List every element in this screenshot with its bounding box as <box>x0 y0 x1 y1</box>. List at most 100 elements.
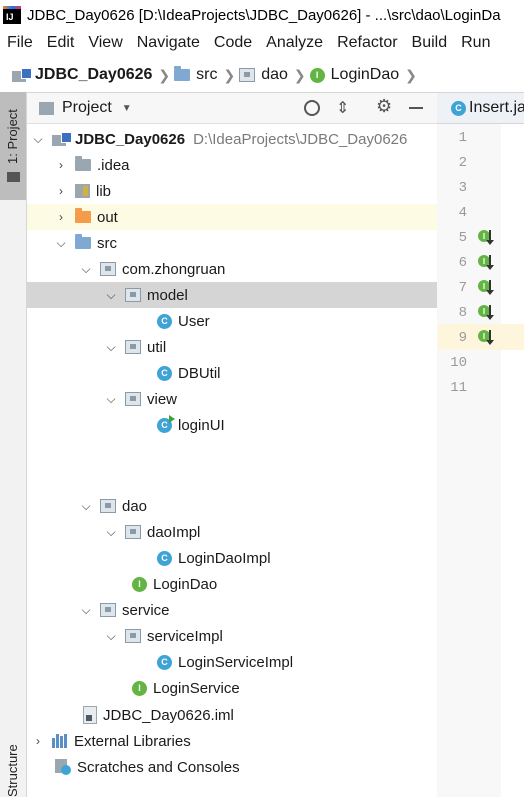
package-icon <box>100 499 116 513</box>
menu-view[interactable]: View <box>81 34 129 52</box>
menu-file[interactable]: File <box>0 34 40 52</box>
tree-item-idea[interactable]: › .idea <box>27 152 465 178</box>
package-icon <box>125 629 141 643</box>
window-title: JDBC_Day0626 [D:\IdeaProjects\JDBC_Day06… <box>27 6 501 24</box>
tree-item-label: service <box>122 601 170 619</box>
arrow-down-icon <box>486 280 494 295</box>
external-libraries-icon <box>52 734 68 748</box>
module-file-icon <box>83 706 97 724</box>
menu-edit[interactable]: Edit <box>40 34 82 52</box>
tree-item-src[interactable]: ⌵ src <box>27 230 465 256</box>
chevron-down-icon[interactable]: ⌵ <box>105 288 117 303</box>
source-folder-icon <box>174 66 191 81</box>
structure-tool-tab-label: Structure <box>5 744 20 797</box>
tree-item-label: serviceImpl <box>147 627 223 645</box>
tree-item-label: External Libraries <box>74 732 191 750</box>
chevron-down-icon[interactable]: ⌵ <box>80 499 92 514</box>
line-number: 8 <box>458 305 467 321</box>
tree-item-iml[interactable]: JDBC_Day0626.iml <box>27 702 493 728</box>
tree-item-out[interactable]: › out <box>27 204 465 230</box>
tree-item-dao[interactable]: ⌵ dao <box>27 493 490 519</box>
line-number: 10 <box>450 355 467 371</box>
module-icon <box>12 68 32 82</box>
menu-code[interactable]: Code <box>207 34 259 52</box>
breadcrumb-project[interactable]: JDBC_Day0626 ❯ <box>12 66 170 84</box>
chevron-down-icon[interactable]: ▼ <box>122 103 132 114</box>
breadcrumb-logindao[interactable]: I LoginDao ❯ <box>309 66 417 84</box>
interface-icon: I <box>309 67 325 83</box>
breadcrumb-dao[interactable]: dao ❯ <box>239 66 306 84</box>
menu-refactor[interactable]: Refactor <box>330 34 404 52</box>
editor-gutter <box>437 124 501 797</box>
chevron-down-icon[interactable]: ⌵ <box>80 262 92 277</box>
folder-icon <box>7 172 20 182</box>
gear-icon[interactable]: ⚙ <box>376 96 392 117</box>
line-number: 9 <box>458 330 467 346</box>
tree-item-label: .idea <box>97 156 130 174</box>
structure-tool-tab[interactable]: Structure <box>0 740 26 797</box>
project-tool-tab[interactable]: 1: Project <box>0 92 26 200</box>
project-path: D:\IdeaProjects\JDBC_Day0626 <box>193 130 408 148</box>
class-icon: C <box>157 313 172 329</box>
editor-tab-label: Insert.ja <box>469 99 524 116</box>
chevron-down-icon[interactable]: ⌵ <box>32 132 44 147</box>
line-number: 6 <box>458 255 467 271</box>
tree-item-service[interactable]: ⌵ service <box>27 597 490 623</box>
chevron-down-icon[interactable]: ⌵ <box>105 340 117 355</box>
excluded-folder-icon <box>75 208 91 223</box>
tree-item-label: JDBC_Day0626.iml <box>103 706 234 724</box>
menu-run[interactable]: Run <box>454 34 497 52</box>
interface-icon: I <box>132 680 147 696</box>
tree-item-root[interactable]: ⌵ JDBC_Day0626 D:\IdeaProjects\JDBC_Day0… <box>27 126 442 152</box>
package-icon <box>125 288 141 302</box>
chevron-down-icon[interactable]: ⌵ <box>105 392 117 407</box>
tree-item-label: User <box>178 312 210 330</box>
runnable-class-icon: C <box>157 414 175 433</box>
tree-item-external-libraries[interactable]: › External Libraries <box>27 728 442 754</box>
scratches-icon <box>55 759 71 775</box>
arrow-down-icon <box>486 255 494 270</box>
chevron-right-icon[interactable]: › <box>32 734 44 748</box>
tree-item-label: src <box>97 234 117 252</box>
chevron-down-icon[interactable]: ⌵ <box>80 603 92 618</box>
locate-icon[interactable] <box>304 100 320 116</box>
chevron-down-icon[interactable]: ⌵ <box>55 236 67 251</box>
chevron-right-icon: ❯ <box>405 66 417 83</box>
arrow-down-icon <box>486 330 494 345</box>
panel-title[interactable]: Project <box>62 99 112 117</box>
line-number: 1 <box>458 130 467 146</box>
chevron-down-icon[interactable]: ⌵ <box>105 629 117 644</box>
folder-icon <box>39 101 54 115</box>
tree-item-label: com.zhongruan <box>122 260 226 278</box>
chevron-right-icon: ❯ <box>223 66 236 83</box>
tree-item-label: LoginServiceImpl <box>178 653 294 671</box>
source-folder-icon <box>75 234 91 249</box>
tree-item-lib[interactable]: › lib <box>27 178 465 204</box>
menu-navigate[interactable]: Navigate <box>130 34 207 52</box>
package-icon <box>125 340 141 354</box>
folder-icon <box>75 156 91 171</box>
tree-item-label: loginUI <box>178 416 225 434</box>
title-bar: IJ JDBC_Day0626 [D:\IdeaProjects\JDBC_Da… <box>0 0 524 30</box>
tree-item-label: LoginDao <box>153 575 218 593</box>
project-tree: ⌵ JDBC_Day0626 D:\IdeaProjects\JDBC_Day0… <box>27 124 515 797</box>
breadcrumb: JDBC_Day0626 ❯ src ❯ dao ❯ I LoginDao ❯ <box>0 58 524 93</box>
package-icon <box>125 392 141 406</box>
chevron-down-icon[interactable]: ⌵ <box>105 525 117 540</box>
tree-item-scratches[interactable]: Scratches and Consoles <box>27 754 465 780</box>
arrow-down-icon <box>486 230 494 245</box>
class-icon: C <box>451 100 466 116</box>
line-number: 11 <box>450 380 467 396</box>
tree-item-label: lib <box>96 182 112 200</box>
chevron-right-icon[interactable]: › <box>55 184 67 198</box>
menu-build[interactable]: Build <box>405 34 455 52</box>
editor-tab[interactable]: C Insert.ja <box>437 93 524 124</box>
minimize-icon[interactable] <box>409 107 423 109</box>
chevron-right-icon[interactable]: › <box>55 158 67 172</box>
chevron-right-icon[interactable]: › <box>55 210 67 224</box>
breadcrumb-src[interactable]: src ❯ <box>174 66 235 84</box>
tree-item-com-zhongruan[interactable]: ⌵ com.zhongruan <box>27 256 490 282</box>
tree-item-label: JDBC_Day0626 <box>75 130 186 148</box>
menu-analyze[interactable]: Analyze <box>259 34 330 52</box>
collapse-all-icon[interactable]: ⇕ <box>336 98 349 118</box>
